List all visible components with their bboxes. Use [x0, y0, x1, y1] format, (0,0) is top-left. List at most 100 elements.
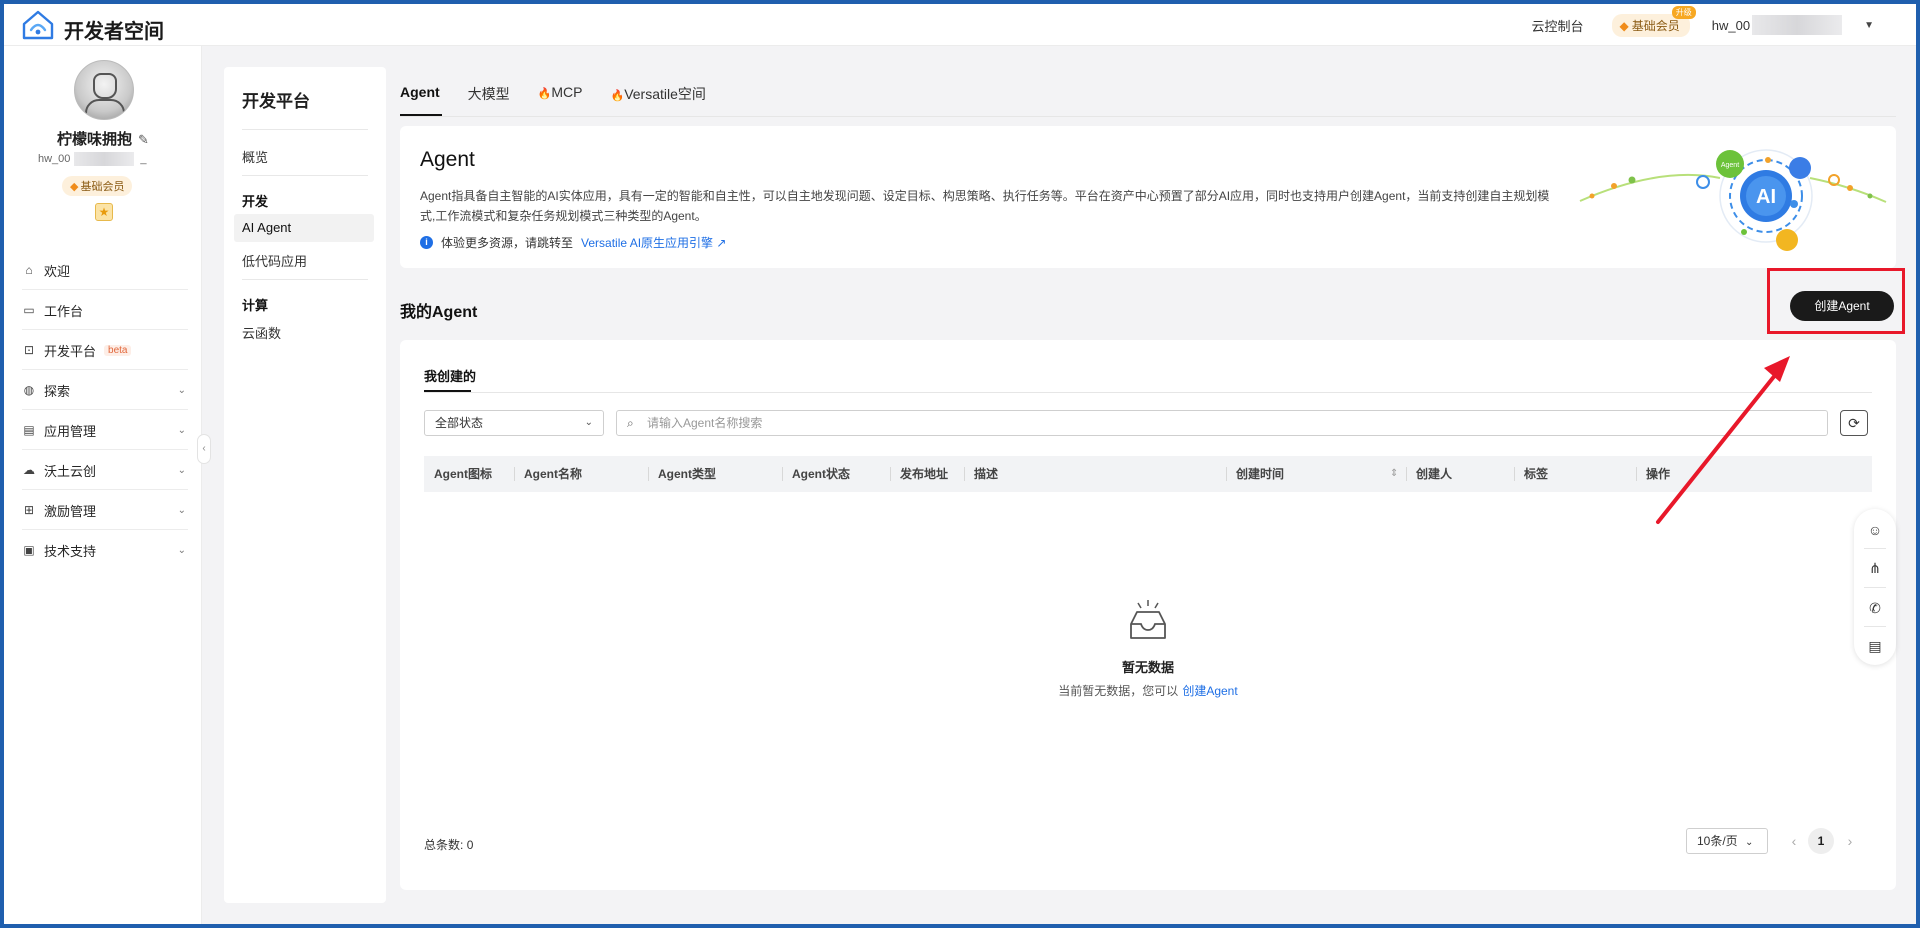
workbench-icon: ▭	[23, 303, 35, 317]
create-agent-link[interactable]: 创建Agent	[1182, 684, 1237, 698]
profile-user-id: hw_00 _	[38, 152, 147, 166]
table-header: Agent图标 Agent名称 Agent类型 Agent状态 发布地址 描述 …	[424, 456, 1872, 492]
upgrade-tag[interactable]: 升级	[1671, 5, 1696, 19]
collapse-sidebar-button[interactable]: ‹	[197, 434, 211, 464]
refresh-button[interactable]: ⟳	[1840, 410, 1868, 436]
refresh-icon: ⟳	[1848, 415, 1860, 431]
intro-note: i 体验更多资源，请跳转至 Versatile AI原生应用引擎 ↗	[420, 234, 726, 251]
subnav-item-ai-agent[interactable]: AI Agent	[242, 220, 291, 235]
logo-icon[interactable]	[22, 10, 54, 40]
column-divider	[648, 467, 649, 481]
prev-page-button[interactable]: ‹	[1784, 828, 1804, 854]
column-divider	[890, 467, 891, 481]
external-link-icon: ↗	[716, 236, 727, 250]
member-pill-label: 基础会员	[1631, 18, 1680, 33]
user-menu[interactable]: hw_00 ▼	[1712, 15, 1874, 35]
sidebar-item-label: 开发平台	[44, 343, 97, 359]
chevron-down-icon: ⌄	[177, 544, 186, 556]
diamond-icon: ◆	[70, 181, 79, 193]
beta-badge: beta	[104, 344, 132, 356]
tab-my-created[interactable]: 我创建的	[424, 366, 476, 385]
subnav-item-lowcode[interactable]: 低代码应用	[242, 251, 307, 270]
ai-illustration: AI Agent	[1579, 149, 1887, 251]
subnav-item-overview[interactable]: 概览	[242, 147, 268, 166]
next-page-button[interactable]: ›	[1840, 828, 1860, 854]
chevron-down-icon: ⌄	[177, 464, 186, 476]
chevron-down-icon: ⌄	[177, 504, 186, 516]
avatar-face-shape	[93, 73, 117, 99]
secondary-nav: 开发平台 概览 开发 AI Agent 低代码应用 计算 云函数	[224, 67, 386, 903]
floating-toolbar: ☺ ⋔ ✆ ▤	[1854, 509, 1896, 665]
empty-subtitle: 当前暂无数据，您可以 创建Agent	[400, 682, 1896, 699]
member-badge[interactable]: ◆ 基础会员	[62, 176, 133, 196]
user-id-tail: _	[140, 153, 147, 165]
divider	[22, 369, 188, 370]
member-pill[interactable]: ◆ 基础会员 升级	[1611, 5, 1696, 37]
empty-inbox-icon	[1130, 600, 1166, 639]
notes-icon[interactable]: ▤	[1854, 627, 1896, 665]
total-label: 总条数:	[424, 838, 464, 852]
redacted-username	[1752, 15, 1843, 35]
info-icon: i	[420, 236, 433, 249]
column-created-time[interactable]: 创建时间 ⇕	[1236, 456, 1406, 492]
my-agent-title: 我的Agent	[400, 304, 478, 321]
column-divider	[1514, 467, 1515, 481]
versatile-link-label: Versatile AI原生应用引擎	[581, 236, 714, 250]
search-icon: ⌕	[627, 416, 634, 430]
gift-icon: ⊞	[23, 503, 35, 517]
chevron-down-icon: ⌄	[584, 417, 593, 428]
feedback-smile-icon[interactable]: ☺	[1854, 511, 1896, 549]
tab-versatile[interactable]: 🔥Versatile空间	[611, 84, 706, 104]
fire-icon: 🔥	[537, 88, 552, 100]
cloud-console-link[interactable]: 云控制台	[1532, 16, 1584, 35]
sidebar-item-incentive[interactable]: ⊞ 激励管理 ⌄	[22, 494, 188, 526]
sort-icon[interactable]: ⇕	[1390, 456, 1398, 492]
divider	[242, 175, 368, 176]
column-created-time-label: 创建时间	[1236, 467, 1285, 481]
total-value: 0	[466, 838, 474, 852]
subnav-item-cloud-function[interactable]: 云函数	[242, 323, 281, 342]
sidebar-item-support[interactable]: ▣ 技术支持 ⌄	[22, 534, 188, 566]
page-size-value: 10条/页	[1697, 834, 1738, 848]
tab-agent[interactable]: Agent	[400, 84, 440, 104]
sidebar-item-explore[interactable]: ◍ 探索 ⌄	[22, 374, 188, 406]
tab-large-model[interactable]: 大模型	[468, 84, 510, 104]
main-tabs: Agent 大模型 🔥MCP 🔥Versatile空间	[400, 84, 706, 104]
agent-intro-card: Agent Agent指具备自主智能的AI实体应用，具有一定的智能和自主性，可以…	[400, 126, 1896, 268]
phone-icon[interactable]: ✆	[1854, 589, 1896, 627]
divider	[22, 529, 188, 530]
page-number-current[interactable]: 1	[1808, 828, 1834, 854]
member-badge-label: 基础会员	[80, 181, 125, 193]
sidebar-item-welcome[interactable]: ⌂ 欢迎	[22, 254, 188, 286]
page-size-select[interactable]: 10条/页 ⌄	[1686, 828, 1768, 854]
home-icon: ⌂	[25, 263, 33, 277]
sidebar-item-cloud-create[interactable]: ☁ 沃土云创 ⌄	[22, 454, 188, 486]
versatile-link[interactable]: Versatile AI原生应用引擎 ↗	[581, 234, 726, 251]
caret-down-icon[interactable]: ▼	[1864, 20, 1874, 31]
share-icon[interactable]: ⋔	[1854, 549, 1896, 587]
chevron-down-icon: ⌄	[177, 384, 186, 396]
avatar[interactable]	[74, 60, 134, 120]
column-agent-name: Agent名称	[524, 467, 582, 481]
column-divider	[1636, 467, 1637, 481]
sidebar-item-workbench[interactable]: ▭ 工作台	[22, 294, 188, 326]
redacted-user-id	[74, 152, 135, 166]
divider	[1864, 587, 1886, 588]
annotation-highlight-box	[1767, 268, 1905, 334]
total-count: 总条数: 0	[424, 836, 473, 853]
status-filter-select[interactable]: 全部状态 ⌄	[424, 410, 604, 436]
star-badge-icon[interactable]: ★	[95, 203, 113, 221]
edit-pen-icon[interactable]: ✎	[138, 132, 149, 147]
list-tab-baseline	[424, 392, 1872, 393]
sidebar-item-app-manage[interactable]: ▤ 应用管理 ⌄	[22, 414, 188, 446]
top-right-area: 云控制台 ◆ 基础会员 升级 hw_00 ▼	[1532, 4, 1874, 46]
tab-mcp[interactable]: 🔥MCP	[538, 84, 583, 104]
ai-graphic-bubble: Agent	[1721, 162, 1739, 169]
intro-title: Agent	[420, 148, 475, 171]
agent-search-input[interactable]: ⌕ 请输入Agent名称搜索	[616, 410, 1828, 436]
column-divider	[1406, 467, 1407, 481]
support-icon: ▣	[23, 543, 35, 557]
list-tab-indicator	[424, 390, 471, 392]
sidebar-item-dev-platform[interactable]: ⊡ 开发平台 beta	[22, 334, 188, 366]
column-divider	[964, 467, 965, 481]
